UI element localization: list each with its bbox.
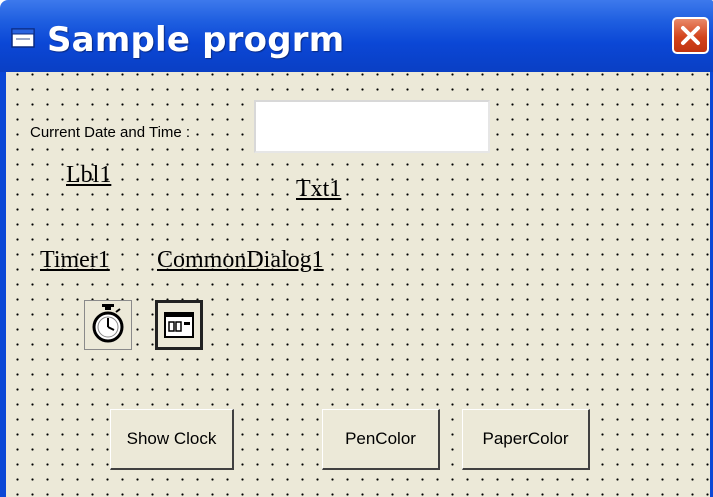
datetime-textbox[interactable] <box>254 100 490 153</box>
form-window: Sample progrm Current Date and Time : Lb… <box>0 0 713 497</box>
timer1-caption: Timer1 <box>40 247 110 273</box>
stopwatch-icon <box>92 304 124 343</box>
timer-control[interactable] <box>84 300 132 350</box>
close-icon <box>681 26 700 45</box>
title-bar[interactable]: Sample progrm <box>0 0 713 72</box>
current-date-time-label: Current Date and Time : <box>28 122 193 144</box>
commondialog-control[interactable] <box>155 300 203 350</box>
paper-color-button[interactable]: PaperColor <box>462 409 590 470</box>
dialog-icon <box>164 312 194 338</box>
commondialog1-caption: CommonDialog1 <box>157 247 324 273</box>
pen-color-button[interactable]: PenColor <box>322 409 440 470</box>
show-clock-button[interactable]: Show Clock <box>110 409 234 470</box>
form-icon <box>11 28 35 48</box>
txt1-caption: Txt1 <box>296 176 342 202</box>
window-title: Sample progrm <box>47 20 345 60</box>
close-button[interactable] <box>672 17 709 54</box>
lbl1-caption: Lbl1 <box>66 162 112 188</box>
